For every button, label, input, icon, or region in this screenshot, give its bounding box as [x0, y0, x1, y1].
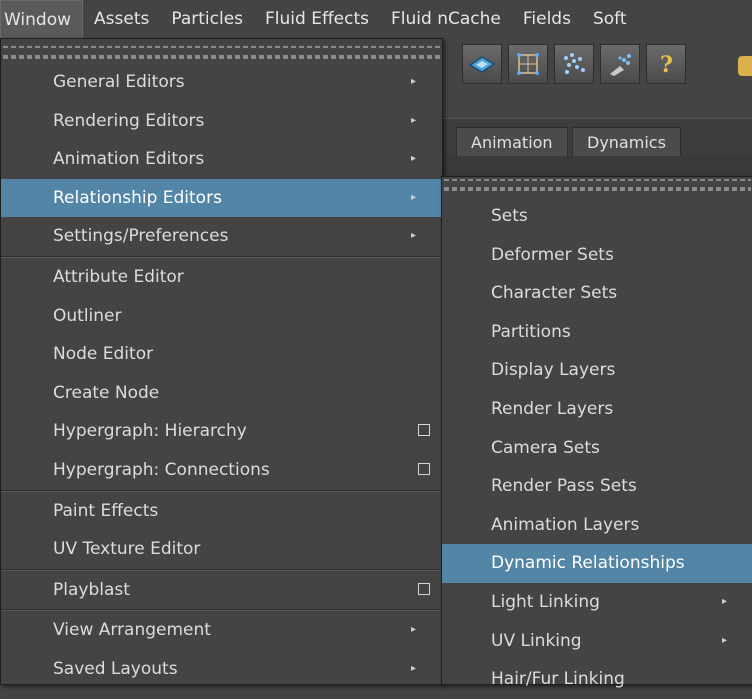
menu-item-label: Display Layers [491, 360, 616, 381]
menu-item-label: Partitions [491, 321, 571, 342]
menu-item-uv-texture-editor[interactable]: UV Texture Editor [1, 530, 442, 569]
menu-item-relationship-editors[interactable]: Relationship Editors ▸ [1, 178, 442, 218]
tear-off-handle-lower [444, 187, 751, 191]
menu-item-outliner[interactable]: Outliner [1, 297, 442, 336]
grid-icon[interactable] [508, 44, 548, 84]
tab-dynamics[interactable]: Dynamics [572, 127, 681, 157]
menu-item-label: Outliner [53, 305, 122, 326]
submenu-item-hair-fur-linking[interactable]: Hair/Fur Linking [442, 660, 752, 699]
menu-item-rendering-editors[interactable]: Rendering Editors ▸ [1, 102, 442, 141]
submenu-item-sets[interactable]: Sets [442, 197, 752, 236]
menu-item-hypergraph-hierarchy[interactable]: Hypergraph: Hierarchy [1, 412, 442, 451]
menubar-particles[interactable]: Particles [160, 0, 254, 38]
tab-animation[interactable]: Animation [456, 127, 568, 157]
menubar-soft[interactable]: Soft [582, 0, 638, 38]
menu-item-label: Attribute Editor [53, 266, 184, 287]
menu-item-label: View Arrangement [53, 620, 211, 641]
shelf-icons-strip [440, 156, 752, 176]
menu-item-paint-effects[interactable]: Paint Effects [1, 492, 442, 531]
menu-item-label: Render Pass Sets [491, 476, 637, 497]
menu-item-label: Node Editor [53, 344, 154, 365]
menu-item-animation-editors[interactable]: Animation Editors ▸ [1, 140, 442, 179]
menu-item-label: UV Linking [491, 630, 582, 651]
menubar-window[interactable]: Window [0, 0, 84, 38]
emitter-icon[interactable] [600, 44, 640, 84]
menu-item-node-editor[interactable]: Node Editor [1, 335, 442, 374]
menu-item-label: Paint Effects [53, 500, 159, 521]
menu-item-label: Light Linking [491, 591, 600, 612]
option-box-icon[interactable] [418, 582, 430, 595]
submenu-item-character-sets[interactable]: Character Sets [442, 274, 752, 313]
menu-item-label: Animation Editors [53, 149, 205, 170]
submenu-item-display-layers[interactable]: Display Layers [442, 351, 752, 390]
menu-item-label: Hypergraph: Connections [53, 459, 270, 480]
plane-icon[interactable] [462, 44, 502, 84]
submenu-arrow-icon: ▸ [721, 634, 727, 646]
option-box-icon[interactable] [418, 462, 430, 475]
option-box-icon[interactable] [418, 424, 430, 437]
menubar-fluid-ncache[interactable]: Fluid nCache [380, 0, 512, 38]
window-menu: General Editors ▸ Rendering Editors ▸ An… [0, 38, 443, 685]
menu-item-label: UV Texture Editor [53, 539, 201, 560]
submenu-item-dynamic-relationships[interactable]: Dynamic Relationships [442, 544, 752, 583]
particles-icon[interactable] [554, 44, 594, 84]
menu-item-view-arrangement[interactable]: View Arrangement ▸ [1, 611, 442, 650]
menu-item-label: Dynamic Relationships [491, 553, 685, 574]
submenu-arrow-icon: ▸ [721, 595, 727, 607]
submenu-item-render-pass-sets[interactable]: Render Pass Sets [442, 467, 752, 506]
submenu-item-uv-linking[interactable]: UV Linking ▸ [442, 622, 752, 661]
svg-text:?: ? [660, 52, 673, 78]
menu-item-label: Relationship Editors [53, 187, 222, 208]
menu-item-general-editors[interactable]: General Editors ▸ [1, 63, 442, 102]
menu-item-label: Rendering Editors [53, 110, 205, 131]
menu-item-label: Hypergraph: Hierarchy [53, 421, 247, 442]
menubar-fields[interactable]: Fields [512, 0, 582, 38]
menu-item-settings-preferences[interactable]: Settings/Preferences ▸ [1, 217, 442, 256]
submenu-arrow-icon: ▸ [410, 153, 416, 165]
submenu-item-render-layers[interactable]: Render Layers [442, 390, 752, 429]
menu-item-label: Settings/Preferences [53, 226, 229, 247]
menubar-assets[interactable]: Assets [83, 0, 160, 38]
menu-item-label: Create Node [53, 382, 160, 403]
menu-item-label: Hair/Fur Linking [491, 669, 625, 690]
submenu-arrow-icon: ▸ [410, 624, 416, 636]
shelf-tab-bar: Animation Dynamics [440, 118, 752, 157]
menu-item-label: Animation Layers [491, 514, 640, 535]
menu-item-hypergraph-connections[interactable]: Hypergraph: Connections [1, 451, 442, 490]
help-icon[interactable]: ? [646, 44, 686, 84]
submenu-arrow-icon: ▸ [410, 114, 416, 126]
menubar-fluid-effects[interactable]: Fluid Effects [254, 0, 380, 38]
menu-item-playblast[interactable]: Playblast [1, 571, 442, 610]
menu-item-label: Saved Layouts [53, 658, 178, 679]
submenu-item-light-linking[interactable]: Light Linking ▸ [442, 583, 752, 622]
menu-item-label: Render Layers [491, 398, 614, 419]
menu-item-label: General Editors [53, 72, 185, 92]
submenu-item-animation-layers[interactable]: Animation Layers [442, 506, 752, 545]
submenu-item-deformer-sets[interactable]: Deformer Sets [442, 236, 752, 275]
submenu-arrow-icon: ▸ [410, 230, 416, 242]
shelf-overflow-icon [738, 56, 752, 76]
menu-item-label: Sets [491, 206, 528, 226]
submenu-arrow-icon: ▸ [410, 191, 416, 203]
tear-off-handle[interactable] [444, 179, 751, 187]
menu-item-label: Character Sets [491, 283, 618, 304]
menu-item-create-node[interactable]: Create Node [1, 374, 442, 413]
menu-item-label: Playblast [53, 579, 130, 600]
relationship-editors-submenu: Sets Deformer Sets Character Sets Partit… [441, 176, 752, 689]
submenu-item-partitions[interactable]: Partitions [442, 313, 752, 352]
submenu-item-camera-sets[interactable]: Camera Sets [442, 429, 752, 468]
menu-item-label: Deformer Sets [491, 244, 614, 265]
menu-item-attribute-editor[interactable]: Attribute Editor [1, 258, 442, 297]
menu-item-label: Camera Sets [491, 437, 600, 458]
tear-off-handle-lower [3, 55, 440, 59]
tear-off-handle[interactable] [3, 43, 440, 55]
submenu-arrow-icon: ▸ [410, 76, 416, 87]
menu-bar: Window Assets Particles Fluid Effects Fl… [0, 0, 752, 39]
